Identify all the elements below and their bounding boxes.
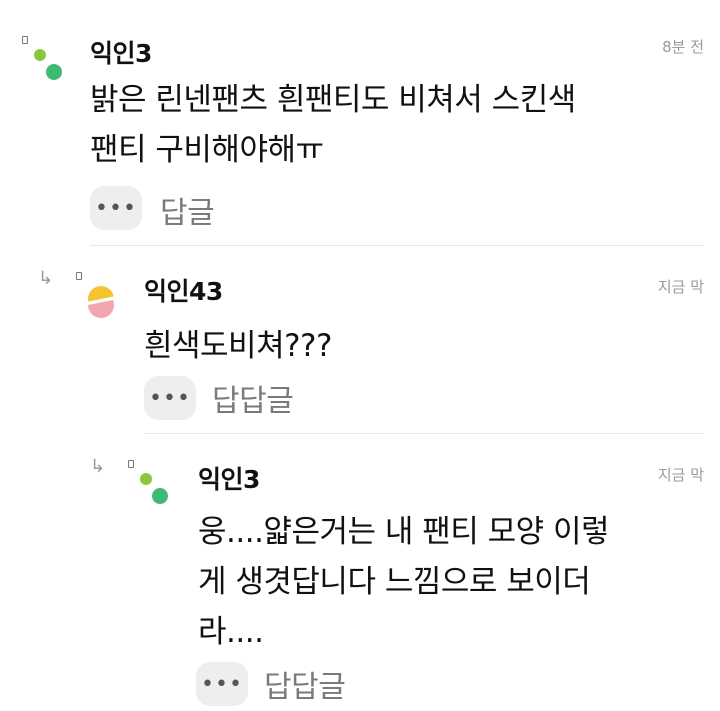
username[interactable]: 익인3 bbox=[90, 34, 152, 70]
avatar-dot-large bbox=[46, 64, 62, 80]
comment-line: 게 생겻답니다 느낌으로 보이더 bbox=[198, 564, 591, 600]
avatar-dot-tiny bbox=[76, 272, 82, 280]
reply-arrow-icon: ↳ bbox=[38, 268, 54, 289]
comment-item: 익인3 8분 전 밝은 린넨팬츠 흰팬티도 비쳐서 스킨색 팬티 구비해야해ㅠ … bbox=[0, 0, 720, 246]
avatar-dot-small bbox=[34, 49, 46, 61]
reply-item: ↳ 익인43 지금 막 흰색도비쳐??? ••• 답답글 bbox=[0, 246, 720, 434]
avatar[interactable] bbox=[76, 272, 120, 320]
username[interactable]: 익인43 bbox=[144, 272, 223, 308]
reply-item: ↳ 익인3 지금 막 웅....얇은거는 내 팬티 모양 이렇 게 생겻답니다 … bbox=[0, 434, 720, 711]
avatar[interactable] bbox=[22, 36, 66, 84]
timestamp: 지금 막 bbox=[657, 278, 704, 296]
avatar-dot-small bbox=[140, 473, 152, 485]
avatar-dot-large bbox=[152, 488, 168, 504]
comment-line: 흰색도비쳐??? bbox=[144, 328, 332, 364]
comment-line: 웅....얇은거는 내 팬티 모양 이렇 bbox=[198, 514, 610, 550]
comment-line: 밝은 린넨팬츠 흰팬티도 비쳐서 스킨색 bbox=[90, 82, 576, 118]
reply-button[interactable]: 답글 bbox=[160, 188, 215, 232]
more-options-button[interactable]: ••• bbox=[90, 186, 142, 230]
comment-line: 라.... bbox=[198, 614, 264, 650]
comment-line: 팬티 구비해야해ㅠ bbox=[90, 132, 324, 168]
avatar[interactable] bbox=[128, 460, 172, 508]
more-options-button[interactable]: ••• bbox=[144, 376, 196, 420]
reply-button[interactable]: 답답글 bbox=[264, 662, 346, 706]
reply-arrow-icon: ↳ bbox=[90, 456, 106, 477]
more-options-button[interactable]: ••• bbox=[196, 662, 248, 706]
timestamp: 8분 전 bbox=[662, 38, 704, 56]
avatar-dot-tiny bbox=[22, 36, 28, 44]
reply-button[interactable]: 답답글 bbox=[212, 376, 294, 420]
username[interactable]: 익인3 bbox=[198, 460, 260, 496]
timestamp: 지금 막 bbox=[657, 466, 704, 484]
avatar-dot-tiny bbox=[128, 460, 134, 468]
